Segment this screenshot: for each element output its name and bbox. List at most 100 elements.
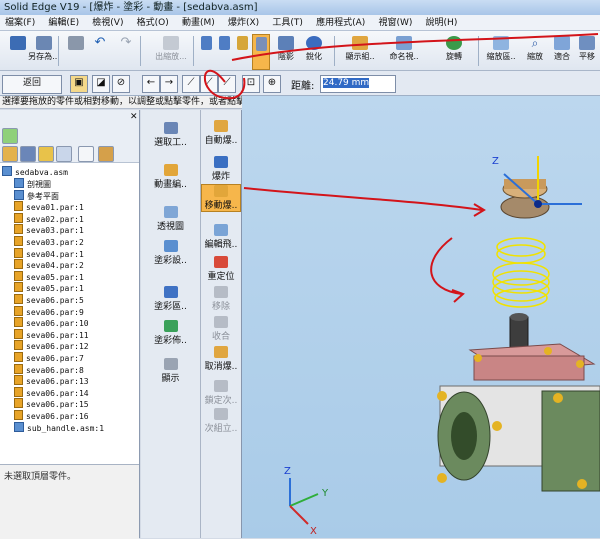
distance-input[interactable]: 24.79 mm xyxy=(320,75,396,93)
command-left-2[interactable]: 透視圖 xyxy=(141,206,200,232)
menu-tools[interactable]: 工具(T) xyxy=(267,15,308,30)
command-right-0[interactable]: 自動爆.. xyxy=(201,120,241,146)
toolbar-separator xyxy=(478,36,479,66)
tree-root[interactable]: sedabva.asm xyxy=(2,166,68,178)
view-orientation-triad xyxy=(289,478,319,525)
menu-edit[interactable]: 編輯(E) xyxy=(43,15,84,30)
pan-button[interactable]: 平移 xyxy=(575,34,599,68)
command-icon xyxy=(214,185,228,197)
display-config-label: 顯示組.. xyxy=(345,52,375,61)
menu-view[interactable]: 檢視(V) xyxy=(87,15,128,30)
command-left-3[interactable]: 塗彩設.. xyxy=(141,240,200,266)
assembly-tree: sedabva.asm 剖視圖 參考平面 seva01.par:1 seva02.par… xyxy=(0,166,139,466)
command-left-1[interactable]: 動畫編.. xyxy=(141,164,200,190)
redo-button[interactable]: ↷ xyxy=(110,34,142,68)
tree-item[interactable]: seva06.par:11 xyxy=(14,328,89,341)
command-right-5[interactable]: 移除 xyxy=(201,286,241,312)
view-cube3-button[interactable] xyxy=(234,34,250,68)
tree-item[interactable]: seva04.par:2 xyxy=(14,259,84,271)
menu-applications[interactable]: 應用程式(A) xyxy=(311,15,370,30)
command-right-7[interactable]: 取消爆.. xyxy=(201,346,241,372)
command-left-4[interactable]: 塗彩區.. xyxy=(141,286,200,312)
tree-item[interactable]: seva05.par:1 xyxy=(14,270,84,283)
groups-icon[interactable] xyxy=(20,146,36,162)
assembly-pathfinder-icon[interactable] xyxy=(2,128,18,144)
command-right-4[interactable]: 重定位 xyxy=(201,256,241,282)
save-icon xyxy=(10,36,26,50)
view-cube-button[interactable] xyxy=(198,34,214,68)
part-icon xyxy=(14,236,23,246)
magnifier-icon: ⌕ xyxy=(531,36,539,50)
clip-button[interactable]: 出縮放... xyxy=(153,34,189,68)
menu-explode[interactable]: 爆炸(X) xyxy=(223,15,264,30)
layers-icon[interactable] xyxy=(38,146,54,162)
rotate-button[interactable]: 旋轉 xyxy=(438,34,470,68)
zoom-area-button[interactable]: 縮放區.. xyxy=(482,34,520,68)
arrow-right-icon[interactable]: → xyxy=(160,75,178,93)
parts-library-icon[interactable] xyxy=(2,146,18,162)
command-right-8[interactable]: 鎖定次.. xyxy=(201,380,241,406)
fit-button[interactable]: 適合 xyxy=(550,34,574,68)
select-part-icon[interactable]: ▣ xyxy=(70,75,88,93)
tree-item[interactable]: sub_handle.asm:1 xyxy=(14,421,104,434)
menu-window[interactable]: 視窗(W) xyxy=(373,15,417,30)
arrow-left-icon[interactable]: ← xyxy=(142,75,160,93)
render-label: 陰影 xyxy=(278,52,294,61)
menu-file[interactable]: 檔案(F) xyxy=(0,15,40,30)
tree-item[interactable]: seva06.par:13 xyxy=(14,375,89,387)
display-config-button[interactable]: 顯示組.. xyxy=(340,34,380,68)
tree-item[interactable]: seva06.par:10 xyxy=(14,317,89,329)
tree-item[interactable]: seva06.par:7 xyxy=(14,352,84,364)
zoom-button[interactable]: ⌕ 縮放 xyxy=(522,34,548,68)
part-icon xyxy=(14,375,23,386)
tree-item[interactable]: seva06.par:12 xyxy=(14,340,89,352)
select-axis-icon[interactable]: ⊘ xyxy=(112,75,130,93)
command-right-3[interactable]: 編輯飛.. xyxy=(201,224,241,250)
menu-animation[interactable]: 動畫(M) xyxy=(177,15,220,30)
tree-item[interactable]: seva01.par:1 xyxy=(14,201,84,213)
command-right-6[interactable]: 收合 xyxy=(201,316,241,342)
sensors-icon[interactable] xyxy=(56,146,72,162)
handle-part[interactable] xyxy=(500,179,550,219)
command-right-9[interactable]: 次組立.. xyxy=(201,408,241,434)
direction-line-icon[interactable]: ⟋ xyxy=(182,75,200,93)
select-face-icon[interactable]: ◪ xyxy=(92,75,110,93)
spring-part[interactable] xyxy=(492,237,550,308)
layout-icon[interactable] xyxy=(78,146,94,162)
tree-item[interactable]: seva02.par:1 xyxy=(14,212,84,225)
tree-item[interactable]: 參考平面 xyxy=(14,189,59,202)
tree-item[interactable]: seva04.par:1 xyxy=(14,247,84,260)
return-button[interactable]: 返回 xyxy=(2,75,62,94)
named-view-button[interactable]: 命名視.. xyxy=(384,34,424,68)
command-right-2[interactable]: 移動爆.. xyxy=(201,184,241,212)
tree-item[interactable]: 剖視圖 xyxy=(14,178,51,190)
command-right-1[interactable]: 爆炸 xyxy=(201,156,241,182)
direction-axis-icon[interactable]: ⟋ xyxy=(218,75,236,93)
tree-item[interactable]: seva03.par:1 xyxy=(14,224,84,236)
rotate-part-icon[interactable]: ⊕ xyxy=(263,75,281,93)
tree-item[interactable]: seva06.par:15 xyxy=(14,398,89,410)
menu-help[interactable]: 說明(H) xyxy=(421,15,463,30)
sharpen-button[interactable]: 銳化 xyxy=(298,34,330,68)
bonnet-part[interactable] xyxy=(468,343,596,381)
tree-item[interactable]: seva06.par:14 xyxy=(14,386,89,399)
tree-item[interactable]: seva06.par:8 xyxy=(14,363,84,376)
family-icon[interactable] xyxy=(98,146,114,162)
view-cube-active-button[interactable] xyxy=(252,34,270,70)
command-left-6[interactable]: 顯示 xyxy=(141,358,200,384)
command-left-5[interactable]: 塗彩佈.. xyxy=(141,320,200,346)
graphics-viewport[interactable]: Z Z Y X xyxy=(242,96,600,538)
tree-item[interactable]: seva06.par:9 xyxy=(14,305,84,318)
tree-item[interactable]: seva06.par:16 xyxy=(14,410,89,422)
view-cube2-button[interactable] xyxy=(216,34,232,68)
tree-item[interactable]: seva05.par:1 xyxy=(14,282,84,294)
direction-reverse-icon[interactable]: ⟋ xyxy=(200,75,218,93)
relocate-icon[interactable]: ⊡ xyxy=(242,75,260,93)
menu-format[interactable]: 格式(O) xyxy=(132,15,174,30)
tree-item[interactable]: seva03.par:2 xyxy=(14,236,84,248)
valve-body-part[interactable] xyxy=(437,385,600,492)
command-left-0[interactable]: 選取工.. xyxy=(141,122,200,148)
save-as-button[interactable]: 另存為... xyxy=(28,34,60,68)
close-pane-icon[interactable]: ✕ xyxy=(130,112,138,122)
tree-item[interactable]: seva06.par:5 xyxy=(14,294,84,306)
